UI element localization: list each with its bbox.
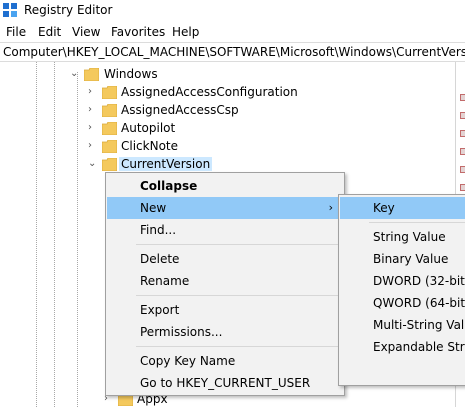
tree-node-windows[interactable]: ⌄ Windows: [0, 66, 455, 84]
tree-node-clicknote[interactable]: › ClickNote: [0, 138, 455, 156]
menu-item-label: Collapse: [140, 179, 198, 193]
chevron-right-icon[interactable]: ›: [88, 87, 98, 97]
menu-item-label: Permissions...: [140, 325, 223, 339]
menu-item-label: Expandable String: [373, 340, 465, 354]
menu-item-label: QWORD (64-bit) V: [373, 296, 465, 310]
menu-view[interactable]: View: [72, 25, 100, 39]
menu-item-label: Multi-String Value: [373, 318, 465, 332]
menu-item-export[interactable]: Export: [107, 299, 343, 321]
folder-icon: [102, 122, 117, 135]
chevron-right-icon[interactable]: ›: [88, 105, 98, 115]
menu-file[interactable]: File: [6, 25, 26, 39]
tree-node-label: AssignedAccessConfiguration: [121, 85, 298, 99]
menu-edit[interactable]: Edit: [38, 25, 61, 39]
menu-item-label: Export: [140, 303, 180, 317]
tree-node-label: ClickNote: [121, 139, 178, 153]
menu-help[interactable]: Help: [172, 25, 199, 39]
menu-separator: [369, 222, 465, 223]
menu-item-label: Go to HKEY_CURRENT_USER: [140, 376, 311, 390]
folder-icon: [102, 140, 117, 153]
folder-icon: [102, 158, 117, 171]
folder-icon: [102, 86, 117, 99]
registry-value-icon: [460, 130, 465, 137]
tree-node-label: AssignedAccessCsp: [121, 103, 239, 117]
menu-item-collapse[interactable]: Collapse: [107, 175, 343, 197]
tree-node-label: CurrentVersion: [119, 157, 213, 171]
menu-item-goto-hkcu[interactable]: Go to HKEY_CURRENT_USER: [107, 372, 343, 394]
tree-node-label: Autopilot: [121, 121, 176, 135]
menu-item-expandable-string[interactable]: Expandable String: [340, 336, 465, 358]
menu-item-label: Delete: [140, 252, 180, 266]
menu-item-multi-string-value[interactable]: Multi-String Value: [340, 314, 465, 336]
folder-icon: [102, 104, 117, 117]
chevron-down-icon[interactable]: ⌄: [88, 159, 98, 169]
registry-value-icon: [460, 94, 465, 101]
menu-item-qword-value[interactable]: QWORD (64-bit) V: [340, 292, 465, 314]
menu-item-find[interactable]: Find...: [107, 219, 343, 241]
menu-item-label: DWORD (32-bit) V: [373, 274, 465, 288]
menu-item-binary-value[interactable]: Binary Value: [340, 248, 465, 270]
menu-item-permissions[interactable]: Permissions...: [107, 321, 343, 343]
menu-item-new[interactable]: New ›: [107, 197, 343, 219]
chevron-right-icon[interactable]: ›: [88, 123, 98, 133]
menu-item-label: Key: [373, 201, 395, 215]
chevron-down-icon[interactable]: ⌄: [70, 69, 80, 79]
registry-value-icon: [460, 148, 465, 155]
chevron-right-icon: ›: [328, 201, 333, 214]
menu-bar: File Edit View Favorites Help: [0, 22, 465, 42]
menu-item-label: New: [140, 201, 167, 215]
address-path[interactable]: Computer\HKEY_LOCAL_MACHINE\SOFTWARE\Mic…: [3, 45, 465, 59]
menu-item-label: Find...: [140, 223, 177, 237]
menu-item-label: String Value: [373, 230, 446, 244]
registry-editor-icon: [3, 3, 17, 17]
menu-item-delete[interactable]: Delete: [107, 248, 343, 270]
menu-item-label: Copy Key Name: [140, 354, 236, 368]
menu-item-new-key[interactable]: Key: [340, 197, 465, 219]
menu-separator: [136, 244, 340, 245]
address-bar[interactable]: Computer\HKEY_LOCAL_MACHINE\SOFTWARE\Mic…: [0, 42, 465, 62]
menu-favorites[interactable]: Favorites: [111, 25, 165, 39]
menu-separator: [136, 346, 340, 347]
registry-value-icon: [460, 166, 465, 173]
new-submenu: Key String Value Binary Value DWORD (32-…: [338, 194, 465, 386]
tree-node-assignedaccesscsp[interactable]: › AssignedAccessCsp: [0, 102, 455, 120]
context-menu: Collapse New › Find... Delete Rename Exp…: [105, 172, 345, 396]
chevron-right-icon[interactable]: ›: [88, 141, 98, 151]
menu-separator: [136, 295, 340, 296]
folder-icon: [84, 68, 99, 81]
tree-node-assignedaccessconfiguration[interactable]: › AssignedAccessConfiguration: [0, 84, 455, 102]
menu-item-label: Binary Value: [373, 252, 449, 266]
menu-item-dword-value[interactable]: DWORD (32-bit) V: [340, 270, 465, 292]
registry-value-icon: [460, 112, 465, 119]
window-title: Registry Editor: [24, 3, 113, 17]
menu-item-rename[interactable]: Rename: [107, 270, 343, 292]
registry-value-icon: [460, 184, 465, 191]
tree-node-label: Windows: [104, 67, 158, 81]
title-bar: Registry Editor: [0, 0, 465, 22]
menu-item-copy-key-name[interactable]: Copy Key Name: [107, 350, 343, 372]
menu-item-string-value[interactable]: String Value: [340, 226, 465, 248]
tree-node-autopilot[interactable]: › Autopilot: [0, 120, 455, 138]
menu-item-label: Rename: [140, 274, 190, 288]
